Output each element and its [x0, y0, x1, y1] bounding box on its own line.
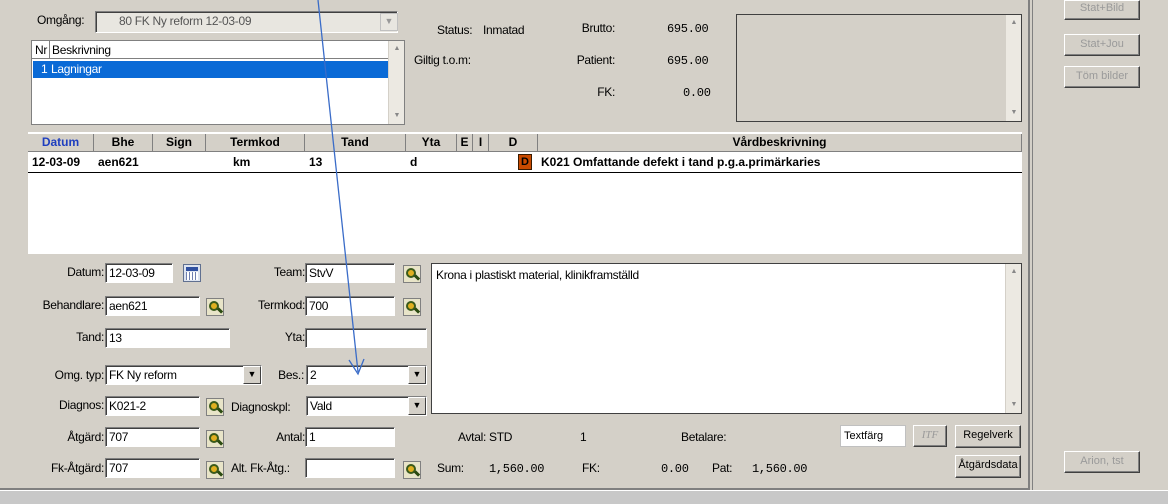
annotation-arrow — [317, 0, 365, 376]
